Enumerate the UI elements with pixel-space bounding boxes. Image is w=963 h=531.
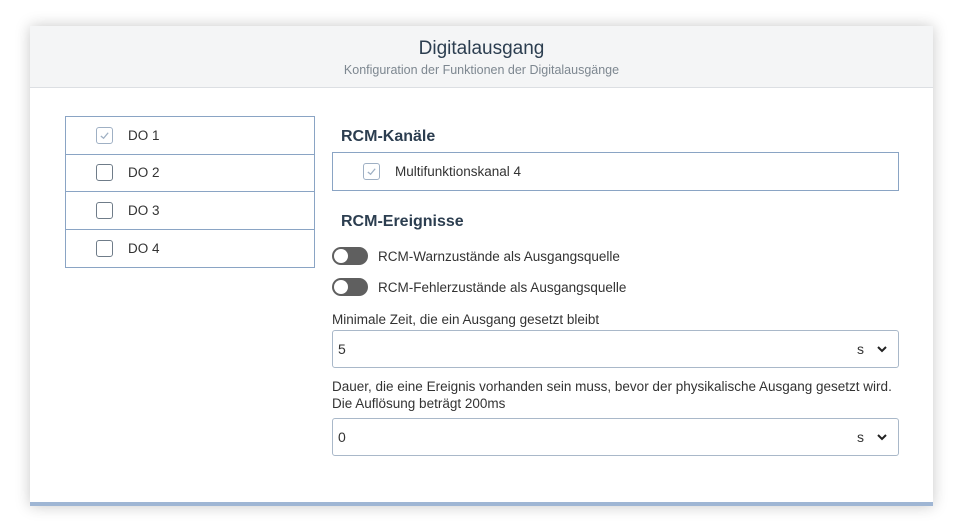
output-label: DO 2	[128, 165, 160, 181]
checkbox-do1[interactable]	[96, 126, 113, 144]
toggle-knob	[334, 280, 348, 294]
rcm-channel-box: Multifunktionskanal 4	[332, 152, 899, 191]
duration-label: Dauer, die eine Ereignis vorhanden sein …	[332, 379, 892, 411]
min-time-input[interactable]	[333, 331, 857, 367]
error-toggle-label: RCM-Fehlerzustände als Ausgangsquelle	[378, 279, 627, 295]
output-label: DO 3	[128, 202, 160, 218]
error-toggle[interactable]	[332, 278, 368, 296]
page-subtitle: Konfiguration der Funktionen der Digital…	[343, 63, 620, 77]
checkbox-do4[interactable]	[96, 239, 113, 257]
card-header: Digitalausgang Konfiguration der Funktio…	[30, 26, 933, 88]
output-item-do1[interactable]: DO 1	[66, 117, 314, 155]
duration-field: s	[332, 418, 899, 456]
rcm-events-title: RCM-Ereignisse	[341, 213, 464, 230]
warn-toggle-row: RCM-Warnzustände als Ausgangsquelle	[332, 247, 620, 265]
error-toggle-row: RCM-Fehlerzustände als Ausgangsquelle	[332, 278, 626, 296]
checkmark-icon	[367, 168, 376, 176]
duration-unit-select[interactable]: s	[857, 429, 898, 445]
unit-label: s	[857, 429, 864, 445]
output-item-do3[interactable]: DO 3	[66, 192, 314, 230]
checkbox-rcm-channel-4[interactable]	[363, 163, 380, 180]
digital-output-card: Digitalausgang Konfiguration der Funktio…	[30, 26, 933, 506]
checkbox-do2[interactable]	[96, 164, 113, 182]
output-item-do2[interactable]: DO 2	[66, 155, 314, 192]
output-label: DO 1	[128, 127, 160, 143]
checkbox-do3[interactable]	[96, 201, 113, 219]
chevron-down-icon	[876, 343, 888, 355]
warn-toggle[interactable]	[332, 247, 368, 265]
chevron-down-icon	[876, 431, 888, 443]
rcm-channels-title: RCM-Kanäle	[341, 128, 436, 145]
output-item-do4[interactable]: DO 4	[66, 230, 314, 268]
duration-input[interactable]	[333, 419, 857, 455]
output-label: DO 4	[128, 240, 160, 256]
min-time-label: Minimale Zeit, die ein Ausgang gesetzt b…	[332, 312, 600, 327]
output-list: DO 1 DO 2 DO 3 DO 4	[65, 116, 315, 268]
page-title: Digitalausgang	[418, 38, 545, 59]
min-time-field: s	[332, 330, 899, 368]
checkmark-icon	[100, 132, 109, 139]
toggle-knob	[334, 249, 348, 263]
warn-toggle-label: RCM-Warnzustände als Ausgangsquelle	[378, 248, 620, 264]
min-time-unit-select[interactable]: s	[857, 341, 898, 357]
rcm-channel-label: Multifunktionskanal 4	[395, 164, 522, 179]
unit-label: s	[857, 341, 864, 357]
